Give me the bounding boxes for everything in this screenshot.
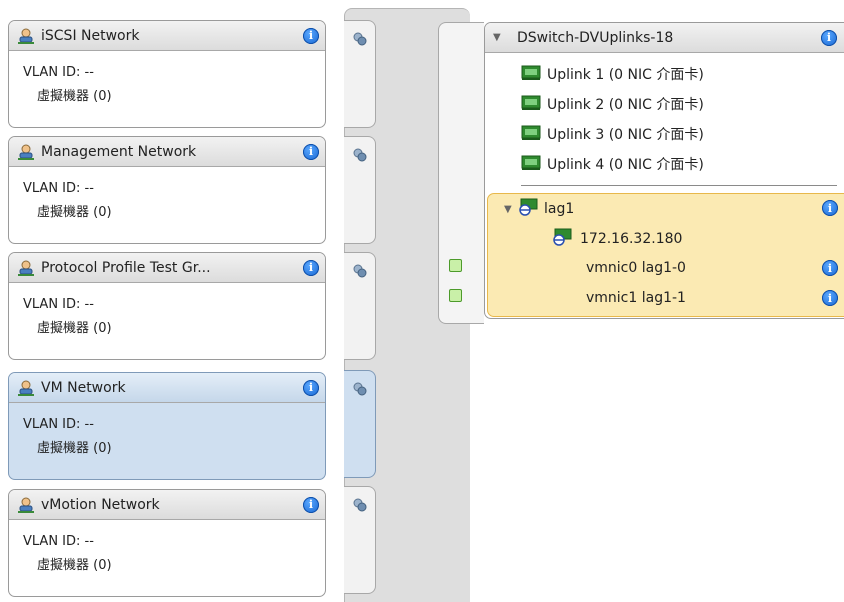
collapse-caret-icon[interactable]: ▼ (493, 32, 507, 43)
info-icon[interactable]: i (303, 27, 319, 44)
port-group-header[interactable]: vMotion Network i (9, 490, 325, 520)
vlan-id-label: VLAN ID: -- (23, 297, 94, 312)
host-address: 172.16.32.180 (580, 231, 683, 247)
network-user-icon (17, 496, 35, 514)
network-user-icon (17, 27, 35, 45)
host-icon (552, 228, 572, 250)
collapse-caret-icon[interactable]: ▼ (504, 204, 518, 215)
vm-count-label: 虛擬機器 (0) (37, 441, 112, 456)
port-group-name: Protocol Profile Test Gr... (41, 259, 211, 276)
port-tab-iscsi[interactable] (344, 20, 376, 128)
info-icon[interactable]: i (822, 260, 838, 276)
uplink-label: Uplink 4 (0 NIC 介面卡) (547, 157, 704, 173)
uplink-port-column (438, 22, 484, 324)
uplink-item[interactable]: Uplink 1 (0 NIC 介面卡) (521, 63, 704, 85)
uplink-item[interactable]: Uplink 3 (0 NIC 介面卡) (521, 123, 704, 145)
port-tab-management[interactable] (344, 136, 376, 244)
lag-port-row[interactable]: vmnic0 lag1-0 (586, 260, 686, 276)
vm-count-label: 虛擬機器 (0) (37, 321, 112, 336)
port-group-card[interactable]: vMotion Network i VLAN ID: -- 虛擬機器 (0) (8, 489, 326, 597)
port-group-name: VM Network (41, 379, 126, 396)
port-group-header[interactable]: Protocol Profile Test Gr... i (9, 253, 325, 283)
port-connector-icon (352, 31, 368, 51)
lag-icon (518, 198, 538, 220)
uplink-item[interactable]: Uplink 4 (0 NIC 介面卡) (521, 153, 704, 175)
port-connector-icon (352, 263, 368, 283)
port-connector-icon (352, 497, 368, 517)
lag-group[interactable]: ▼ lag1 i 172.16.32.180 vmnic0 lag1-0 i v… (487, 193, 844, 317)
port-group-header[interactable]: Management Network i (9, 137, 325, 167)
port-group-card[interactable]: iSCSI Network i VLAN ID: -- 虛擬機器 (0) (8, 20, 326, 128)
port-group-card[interactable]: Protocol Profile Test Gr... i VLAN ID: -… (8, 252, 326, 360)
uplink-label: Uplink 2 (0 NIC 介面卡) (547, 97, 704, 113)
vlan-id-label: VLAN ID: -- (23, 65, 94, 80)
vm-count-label: 虛擬機器 (0) (37, 89, 112, 104)
network-user-icon (17, 259, 35, 277)
lag-header[interactable]: ▼ lag1 (504, 198, 574, 220)
port-group-name: vMotion Network (41, 496, 160, 513)
nic-card-icon (521, 64, 541, 84)
port-tab-vmotion[interactable] (344, 486, 376, 594)
port-tab-protocol-profile[interactable] (344, 252, 376, 360)
vlan-id-label: VLAN ID: -- (23, 534, 94, 549)
port-group-header[interactable]: iSCSI Network i (9, 21, 325, 51)
nic-card-icon (521, 154, 541, 174)
nic-card-icon (521, 124, 541, 144)
port-group-card-selected[interactable]: VM Network i VLAN ID: -- 虛擬機器 (0) (8, 372, 326, 480)
info-icon[interactable]: i (822, 200, 838, 216)
lag-name: lag1 (544, 201, 575, 217)
lag-port-label: vmnic1 lag1-1 (586, 290, 686, 306)
vlan-id-label: VLAN ID: -- (23, 417, 94, 432)
port-group-header[interactable]: VM Network i (9, 373, 325, 403)
port-tab-vm-network[interactable] (344, 370, 376, 478)
lag-port-row[interactable]: vmnic1 lag1-1 (586, 290, 686, 306)
network-user-icon (17, 143, 35, 161)
lag-port-connector-1[interactable] (449, 259, 462, 272)
lag-port-label: vmnic0 lag1-0 (586, 260, 686, 276)
uplink-group-panel[interactable]: ▼ DSwitch-DVUplinks-18 i Uplink 1 (0 NIC… (484, 22, 844, 319)
uplink-group-title: DSwitch-DVUplinks-18 (517, 29, 674, 46)
info-icon[interactable]: i (822, 290, 838, 306)
vm-count-label: 虛擬機器 (0) (37, 205, 112, 220)
uplink-label: Uplink 3 (0 NIC 介面卡) (547, 127, 704, 143)
uplink-item[interactable]: Uplink 2 (0 NIC 介面卡) (521, 93, 704, 115)
lag-port-connector-2[interactable] (449, 289, 462, 302)
port-connector-icon (352, 381, 368, 401)
lag-host-row[interactable]: 172.16.32.180 (552, 228, 682, 250)
vm-count-label: 虛擬機器 (0) (37, 558, 112, 573)
port-group-name: iSCSI Network (41, 27, 140, 44)
separator-line (521, 185, 837, 186)
uplink-group-header[interactable]: ▼ DSwitch-DVUplinks-18 i (485, 23, 844, 53)
info-icon[interactable]: i (821, 29, 837, 46)
vlan-id-label: VLAN ID: -- (23, 181, 94, 196)
port-group-name: Management Network (41, 143, 197, 160)
info-icon[interactable]: i (303, 379, 319, 396)
port-connector-icon (352, 147, 368, 167)
port-group-card[interactable]: Management Network i VLAN ID: -- 虛擬機器 (0… (8, 136, 326, 244)
nic-card-icon (521, 94, 541, 114)
info-icon[interactable]: i (303, 259, 319, 276)
uplink-label: Uplink 1 (0 NIC 介面卡) (547, 67, 704, 83)
info-icon[interactable]: i (303, 496, 319, 513)
network-user-icon (17, 379, 35, 397)
info-icon[interactable]: i (303, 143, 319, 160)
